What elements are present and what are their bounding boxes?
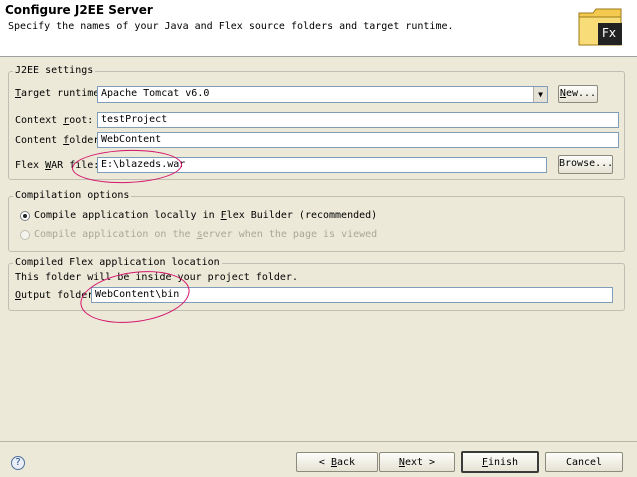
- back-button[interactable]: < Back: [296, 452, 378, 472]
- page-title: Configure J2EE Server: [5, 3, 153, 17]
- compilation-options-group: [8, 196, 625, 252]
- content-folder-label: Content folder:: [15, 135, 106, 146]
- compile-locally-label[interactable]: Compile application locally in Flex Buil…: [34, 210, 377, 221]
- compilation-options-legend: Compilation options: [13, 190, 132, 201]
- compile-locally-radio[interactable]: [20, 211, 30, 221]
- flex-folder-logo-icon: Fx: [577, 3, 625, 49]
- compile-on-server-label: Compile application on the server when t…: [34, 229, 378, 240]
- context-root-input[interactable]: testProject: [97, 112, 619, 128]
- context-root-label: Context root:: [15, 115, 94, 126]
- chevron-down-icon[interactable]: ▼: [533, 87, 547, 102]
- footer-divider: [0, 441, 637, 442]
- output-location-legend: Compiled Flex application location: [13, 257, 222, 268]
- target-runtime-label: Target runtime:: [15, 88, 106, 99]
- next-button[interactable]: Next >: [379, 452, 455, 472]
- fx-logo-text: Fx: [602, 26, 617, 40]
- target-runtime-select[interactable]: Apache Tomcat v6.0 ▼: [97, 86, 548, 103]
- target-runtime-value: Apache Tomcat v6.0: [101, 88, 210, 99]
- finish-button[interactable]: Finish: [461, 451, 539, 473]
- help-icon[interactable]: ?: [11, 456, 25, 470]
- content-folder-input[interactable]: WebContent: [97, 132, 619, 148]
- browse-button[interactable]: Browse...: [558, 155, 613, 174]
- page-subtitle: Specify the names of your Java and Flex …: [8, 21, 454, 32]
- compile-on-server-radio[interactable]: [20, 230, 30, 240]
- new-runtime-button[interactable]: New...: [558, 85, 598, 103]
- wizard-header: Configure J2EE Server Specify the names …: [0, 0, 637, 57]
- cancel-button[interactable]: Cancel: [545, 452, 623, 472]
- j2ee-settings-legend: J2EE settings: [13, 65, 96, 76]
